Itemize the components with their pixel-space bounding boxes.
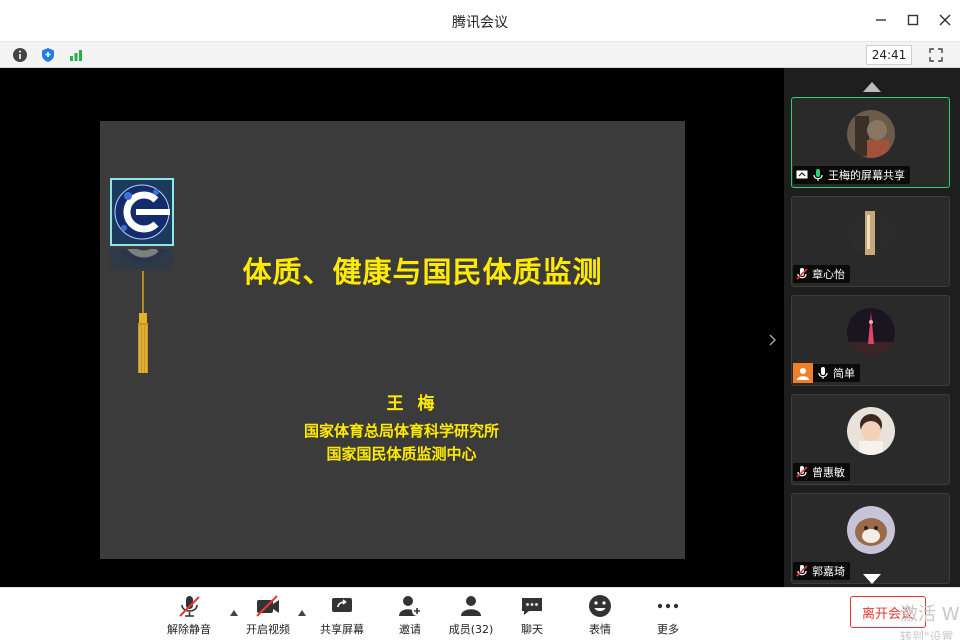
video-options-caret[interactable] <box>297 602 307 616</box>
minimize-button[interactable] <box>872 10 890 30</box>
share-screen-button[interactable]: 共享屏幕 <box>312 594 372 638</box>
shield-icon[interactable] <box>38 45 58 65</box>
fullscreen-button[interactable] <box>926 45 946 65</box>
members-button[interactable]: 成员(32) <box>441 594 501 638</box>
avatar <box>847 110 895 158</box>
start-video-button[interactable]: 开启视频 <box>238 594 298 638</box>
unmute-label: 解除静音 <box>167 623 211 636</box>
video-off-icon <box>255 594 281 618</box>
unmute-button[interactable]: 解除静音 <box>159 594 219 638</box>
collapse-panel-button[interactable] <box>766 330 780 350</box>
smiley-icon <box>587 594 613 618</box>
avatar <box>847 209 895 257</box>
avatar <box>847 506 895 554</box>
start-video-label: 开启视频 <box>246 623 290 636</box>
chat-button[interactable]: 聊天 <box>502 594 562 638</box>
invite-label: 邀请 <box>399 623 421 636</box>
participant-namebar: 简单 <box>793 363 860 383</box>
meeting-info-bar: 24:41 <box>0 42 960 68</box>
share-screen-label: 共享屏幕 <box>320 623 364 636</box>
minimize-icon <box>876 19 886 21</box>
chat-label: 聊天 <box>521 623 543 636</box>
microphone-on-icon <box>817 366 829 380</box>
microphone-muted-icon <box>796 267 808 281</box>
microphone-muted-icon <box>176 594 202 618</box>
title-bar: 腾讯会议 <box>0 0 960 42</box>
slide-author: 王梅 <box>386 394 449 414</box>
fullscreen-icon <box>929 48 943 62</box>
shared-screen-area: 体质、健康与国民体质监测 王梅 国家体育总局体育科学研究所 国家国民体质监测中心 <box>0 68 784 587</box>
user-icon <box>793 363 813 383</box>
triangle-up-icon <box>298 610 306 616</box>
slide-organization-2: 国家国民体质监测中心 <box>326 445 477 463</box>
chat-icon <box>519 594 545 618</box>
more-button[interactable]: 更多 <box>638 594 698 638</box>
meeting-window: 腾讯会议 24:41 体质、健康与国民体质监测 王梅 国家体育总局体育科学研究所… <box>0 0 960 640</box>
chevron-right-icon <box>769 334 776 346</box>
close-icon <box>939 14 951 26</box>
reactions-button[interactable]: 表情 <box>570 594 630 638</box>
participant-name: 曾惠敏 <box>812 466 845 479</box>
participants-panel: 王梅的屏幕共享 章心怡 简单 曾惠敏 郭嘉琦 <box>784 68 960 587</box>
avatar <box>847 407 895 455</box>
microphone-muted-icon <box>796 564 808 578</box>
scroll-down-button[interactable] <box>862 570 882 584</box>
participant-namebar: 王梅的屏幕共享 <box>793 166 910 184</box>
tassel-decoration <box>134 271 152 381</box>
participant-name: 王梅的屏幕共享 <box>828 169 905 182</box>
maximize-button[interactable] <box>904 10 922 30</box>
meeting-toolbar: 解除静音 开启视频 共享屏幕 邀请 成员(32) 聊天 表情 更多 离开会议 激… <box>0 587 960 640</box>
participant-namebar: 曾惠敏 <box>793 463 850 481</box>
members-icon <box>458 594 484 618</box>
window-title: 腾讯会议 <box>452 15 508 31</box>
close-button[interactable] <box>936 10 954 30</box>
scroll-up-button[interactable] <box>862 78 882 92</box>
slide-title: 体质、健康与国民体质监测 <box>242 255 603 289</box>
microphone-on-icon <box>812 168 824 182</box>
institute-logo <box>110 178 174 246</box>
window-controls <box>872 10 954 30</box>
slide-organization-1: 国家体育总局体育科学研究所 <box>303 422 499 440</box>
participant-tile[interactable]: 曾惠敏 <box>791 394 950 485</box>
participant-name: 章心怡 <box>812 268 845 281</box>
participant-namebar: 郭嘉琦 <box>793 562 850 580</box>
participant-tile[interactable]: 王梅的屏幕共享 <box>791 97 950 188</box>
participant-name: 郭嘉琦 <box>812 565 845 578</box>
more-label: 更多 <box>657 623 679 636</box>
activation-watermark: 激活 W <box>900 604 960 625</box>
invite-button[interactable]: 邀请 <box>380 594 440 638</box>
screen-share-icon <box>796 168 808 182</box>
presentation-slide: 体质、健康与国民体质监测 王梅 国家体育总局体育科学研究所 国家国民体质监测中心 <box>100 121 685 559</box>
reactions-label: 表情 <box>589 623 611 636</box>
participant-tile[interactable]: 简单 <box>791 295 950 386</box>
triangle-up-icon <box>863 82 881 92</box>
activation-watermark-sub: 转到"设置 <box>900 630 954 640</box>
info-icon[interactable] <box>10 45 30 65</box>
more-dots-icon <box>655 594 681 618</box>
share-screen-icon <box>329 594 355 618</box>
meeting-timer: 24:41 <box>866 45 912 65</box>
participant-tile[interactable]: 章心怡 <box>791 196 950 287</box>
add-user-icon <box>397 594 423 618</box>
avatar <box>847 308 895 356</box>
participant-namebar: 章心怡 <box>793 265 850 283</box>
maximize-icon <box>907 14 919 26</box>
members-label: 成员(32) <box>448 623 494 636</box>
microphone-muted-icon <box>796 465 808 479</box>
triangle-down-icon <box>863 574 881 584</box>
participant-name: 简单 <box>833 367 855 380</box>
signal-icon[interactable] <box>66 45 86 65</box>
